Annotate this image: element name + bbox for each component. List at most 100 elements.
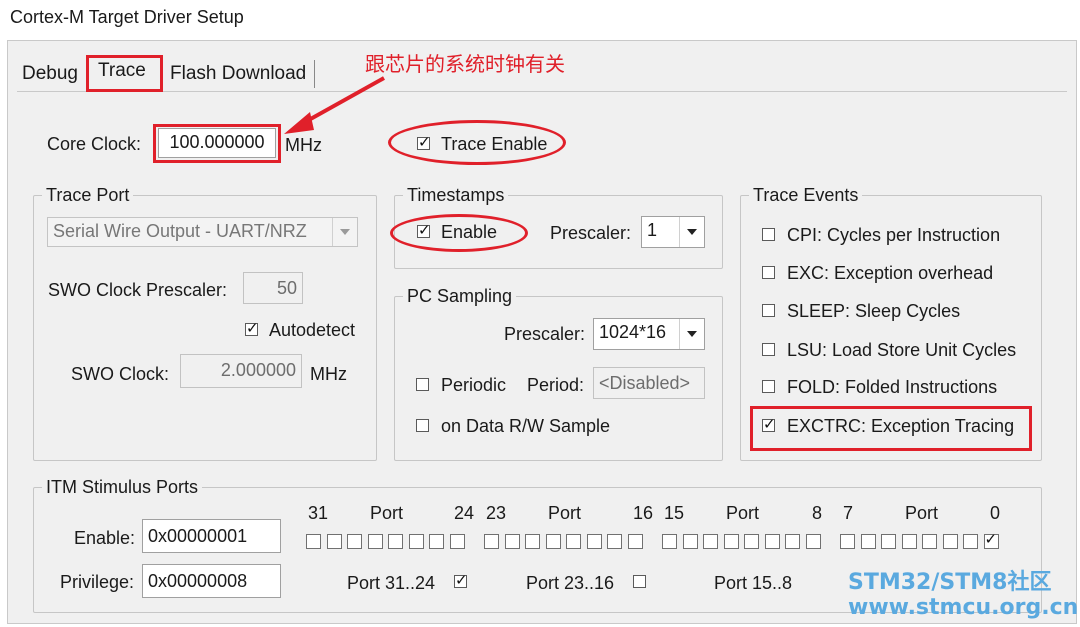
port-8-checkbox[interactable]	[805, 534, 821, 549]
swo-clock-input[interactable]: 2.000000	[180, 354, 302, 388]
port-16-checkbox[interactable]	[627, 534, 643, 549]
swo-clock-unit: MHz	[310, 364, 347, 384]
privilege-group-31-24-label: Port 31..24	[347, 573, 436, 593]
timestamps-prescaler-label: Prescaler:	[550, 223, 632, 243]
highlight-exctrc	[750, 406, 1032, 451]
port-10-checkbox[interactable]	[764, 534, 780, 549]
core-clock-label: Core Clock:	[47, 134, 142, 154]
trace-port-title: Trace Port	[42, 184, 134, 206]
port-header-label: Port	[548, 503, 582, 523]
chevron-down-icon	[679, 319, 704, 349]
port-3-checkbox[interactable]	[922, 534, 937, 549]
highlight-timestamps-enable	[390, 214, 528, 252]
port-17-checkbox[interactable]	[607, 534, 622, 549]
exc-label: EXC: Exception overhead	[787, 263, 994, 283]
port-22-checkbox[interactable]	[504, 534, 520, 549]
autodetect-checkbox[interactable]	[245, 319, 259, 337]
itm-privilege-input[interactable]: 0x00000008	[142, 564, 281, 598]
highlight-trace-enable	[388, 120, 566, 165]
port-24-checkbox[interactable]	[449, 534, 465, 549]
port-21-checkbox[interactable]	[525, 534, 540, 549]
port-7-checkbox[interactable]	[840, 534, 855, 549]
sleep-checkbox[interactable]	[762, 304, 775, 317]
tab-debug[interactable]: Debug	[22, 58, 78, 92]
timestamps-prescaler-value: 1	[647, 220, 658, 240]
sleep-label: SLEEP: Sleep Cycles	[787, 301, 961, 321]
periodic-checkbox[interactable]	[416, 378, 429, 391]
port-9-checkbox[interactable]	[785, 534, 800, 549]
itm-privilege-label: Privilege:	[60, 572, 135, 592]
chevron-down-icon	[332, 218, 357, 246]
port-27-checkbox[interactable]	[388, 534, 403, 549]
annotation-arrow-icon	[284, 76, 385, 134]
port-header-31: 31	[308, 503, 329, 523]
port-4-checkbox[interactable]	[901, 534, 917, 549]
port-header-7: 7	[843, 503, 854, 523]
core-clock-unit: MHz	[285, 135, 322, 155]
data-rw-sample-label: on Data R/W Sample	[441, 416, 611, 436]
port-6-checkbox[interactable]	[860, 534, 876, 549]
privilege-group-23-16-label: Port 23..16	[526, 573, 615, 593]
period-input[interactable]: <Disabled>	[593, 367, 705, 399]
itm-enable-input[interactable]: 0x00000001	[142, 519, 281, 553]
port-5-checkbox[interactable]	[881, 534, 896, 549]
lsu-label: LSU: Load Store Unit Cycles	[787, 340, 1017, 360]
annotation-text: 跟芯片的系统时钟有关	[365, 52, 565, 76]
port-18-checkbox[interactable]	[586, 534, 602, 549]
highlight-core-clock	[153, 124, 281, 163]
pc-sampling-prescaler-value: 1024*16	[599, 322, 667, 342]
pc-sampling-title: PC Sampling	[403, 285, 517, 307]
port-13-checkbox[interactable]	[703, 534, 718, 549]
port-1-checkbox[interactable]	[963, 534, 978, 549]
cpi-checkbox[interactable]	[762, 228, 775, 241]
privilege-group-31-24-checkbox[interactable]	[454, 571, 468, 589]
port-header-label: Port	[905, 503, 939, 523]
port-header-label: Port	[726, 503, 760, 523]
port-19-checkbox[interactable]	[566, 534, 581, 549]
fold-checkbox[interactable]	[762, 380, 775, 393]
highlight-trace-tab	[86, 55, 163, 92]
port-2-checkbox[interactable]	[942, 534, 958, 549]
port-14-checkbox[interactable]	[682, 534, 698, 549]
port-28-checkbox[interactable]	[367, 534, 383, 549]
chevron-down-icon	[679, 217, 704, 247]
port-header-8: 8	[812, 503, 823, 523]
port-30-checkbox[interactable]	[326, 534, 342, 549]
trace-port-select[interactable]: Serial Wire Output - UART/NRZ	[47, 217, 358, 247]
port-header-16: 16	[633, 503, 654, 523]
window-title: Cortex-M Target Driver Setup	[10, 7, 244, 27]
cpi-label: CPI: Cycles per Instruction	[787, 225, 1001, 245]
port-12-checkbox[interactable]	[723, 534, 739, 549]
period-label: Period:	[527, 375, 585, 395]
pc-sampling-prescaler-select[interactable]: 1024*16	[593, 318, 705, 350]
port-11-checkbox[interactable]	[744, 534, 759, 549]
watermark-line2: www.stmcu.org.cn	[848, 595, 1079, 620]
fold-label: FOLD: Folded Instructions	[787, 377, 998, 397]
port-header-15: 15	[664, 503, 685, 523]
exc-checkbox[interactable]	[762, 266, 775, 279]
lsu-checkbox[interactable]	[762, 343, 775, 356]
privilege-group-23-16-checkbox[interactable]	[633, 575, 646, 588]
port-26-checkbox[interactable]	[408, 534, 424, 549]
timestamps-prescaler-select[interactable]: 1	[641, 216, 705, 248]
port-23-checkbox[interactable]	[484, 534, 499, 549]
data-rw-sample-checkbox[interactable]	[416, 419, 429, 432]
autodetect-label: Autodetect	[269, 320, 356, 340]
port-header-23: 23	[486, 503, 507, 523]
port-29-checkbox[interactable]	[347, 534, 362, 549]
port-25-checkbox[interactable]	[429, 534, 444, 549]
port-header-0: 0	[990, 503, 1001, 523]
pc-sampling-prescaler-label: Prescaler:	[504, 324, 586, 344]
swo-prescaler-label: SWO Clock Prescaler:	[48, 280, 228, 300]
port-20-checkbox[interactable]	[545, 534, 561, 549]
port-header-label: Port	[370, 503, 404, 523]
trace-port-select-value: Serial Wire Output - UART/NRZ	[53, 221, 307, 241]
port-0-checkbox[interactable]	[983, 530, 999, 549]
swo-prescaler-input[interactable]: 50	[243, 272, 303, 304]
port-31-checkbox[interactable]	[306, 534, 321, 549]
privilege-group-15-8-label: Port 15..8	[714, 573, 793, 593]
swo-clock-label: SWO Clock:	[71, 364, 170, 384]
port-15-checkbox[interactable]	[662, 534, 677, 549]
watermark-line1: STM32/STM8社区	[848, 570, 1052, 595]
periodic-label: Periodic	[441, 375, 507, 395]
